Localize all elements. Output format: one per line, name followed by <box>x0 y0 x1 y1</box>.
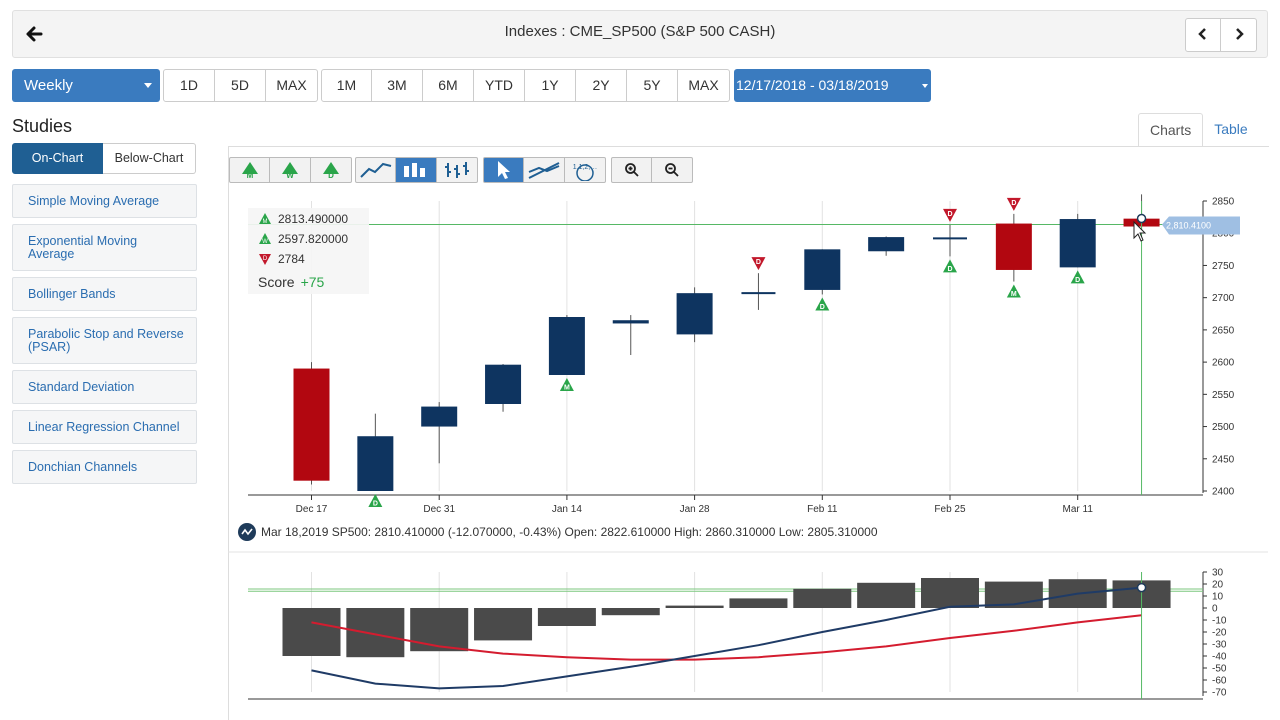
date-range-picker[interactable]: 12/17/2018 - 03/18/2019 <box>734 69 931 102</box>
monthly-signal-icon: M <box>241 162 258 179</box>
svg-text:M: M <box>263 219 268 225</box>
svg-text:W: W <box>262 239 268 245</box>
study-item[interactable]: Simple Moving Average <box>12 184 197 218</box>
score-value: +75 <box>300 274 325 290</box>
tab-table[interactable]: Table <box>1203 113 1258 147</box>
study-item[interactable]: Linear Regression Channel <box>12 410 197 444</box>
cursor-button[interactable] <box>483 157 524 183</box>
range-5d-button[interactable]: 5D <box>215 69 266 102</box>
studies-list: Simple Moving Average Exponential Moving… <box>12 184 197 490</box>
view-tabs: Charts Table <box>1138 113 1259 147</box>
study-item[interactable]: Parabolic Stop and Reverse (PSAR) <box>12 317 197 364</box>
weekly-signal-icon: W <box>282 162 298 179</box>
date-range-value: 12/17/2018 - 03/18/2019 <box>736 77 889 93</box>
fibonacci-icon: 1,1,2,… <box>573 164 598 181</box>
prev-symbol-button[interactable] <box>1185 18 1221 52</box>
daily-signal-button[interactable]: D <box>311 157 352 183</box>
chart-frame <box>228 146 1269 720</box>
signal-value: 2784 <box>278 252 305 266</box>
trend-line-icon <box>238 523 256 541</box>
svg-text:M: M <box>246 171 253 179</box>
range-5y-button[interactable]: 5Y <box>627 69 678 102</box>
zoom-out-button[interactable] <box>652 157 693 183</box>
weekly-signal-button[interactable]: W <box>270 157 311 183</box>
quick-range-group-b: 1M 3M 6M YTD 1Y 2Y 5Y MAX <box>321 69 730 102</box>
zoom-in-icon <box>624 163 639 177</box>
bar-chart-button[interactable] <box>396 157 437 183</box>
signal-value: 2597.820000 <box>278 232 349 246</box>
zoom-in-button[interactable] <box>611 157 652 183</box>
zoom-out-icon <box>665 163 679 177</box>
chevron-right-icon <box>1235 28 1244 40</box>
study-item[interactable]: Bollinger Bands <box>12 277 197 311</box>
range-ytd-button[interactable]: YTD <box>474 69 525 102</box>
tab-charts[interactable]: Charts <box>1138 113 1204 147</box>
period-select[interactable]: Weekly <box>12 69 160 102</box>
trendline-button[interactable] <box>524 157 565 183</box>
range-max-button[interactable]: MAX <box>266 69 318 102</box>
chevron-left-icon <box>1198 28 1206 40</box>
range-2y-button[interactable]: 2Y <box>576 69 627 102</box>
signal-up-icon: W <box>259 233 271 245</box>
studies-title: Studies <box>12 116 73 136</box>
svg-text:D: D <box>328 171 334 179</box>
bar-chart-icon <box>404 163 425 177</box>
study-item[interactable]: Donchian Channels <box>12 450 197 484</box>
range-max-long-button[interactable]: MAX <box>678 69 730 102</box>
signal-row: M 2813.490000 <box>258 212 348 226</box>
svg-text:D: D <box>263 256 268 262</box>
quick-range-group-a: 1D 5D MAX <box>163 69 318 102</box>
range-1y-button[interactable]: 1Y <box>525 69 576 102</box>
study-item[interactable]: Exponential Moving Average <box>12 224 197 271</box>
period-select-value: Weekly <box>24 77 73 94</box>
signal-summary-box: M 2813.490000 W 2597.820000 D 2784 Score… <box>248 208 369 294</box>
signal-value: 2813.490000 <box>278 212 349 226</box>
daily-signal-icon: D <box>323 162 339 179</box>
chart-type-toolbar <box>355 157 478 183</box>
signal-row: D 2784 <box>258 252 305 266</box>
score-label: Score <box>258 274 295 290</box>
cursor-icon <box>497 161 510 179</box>
ohlc-chart-icon <box>445 162 469 178</box>
signal-toolbar: M W D <box>229 157 352 183</box>
fibonacci-button[interactable]: 1,1,2,… <box>565 157 606 183</box>
range-1m-button[interactable]: 1M <box>321 69 372 102</box>
range-6m-button[interactable]: 6M <box>423 69 474 102</box>
caret-down-icon <box>144 83 152 88</box>
signal-row: W 2597.820000 <box>258 232 348 246</box>
score-row: Score +75 <box>258 274 324 290</box>
next-symbol-button[interactable] <box>1221 18 1257 52</box>
line-chart-icon <box>359 162 391 178</box>
price-readout: Mar 18,2019 SP500: 2810.410000 (-12.0700… <box>238 523 878 541</box>
caret-down-icon <box>922 84 928 88</box>
study-item[interactable]: Standard Deviation <box>12 370 197 404</box>
svg-text:W: W <box>286 171 294 179</box>
drawing-toolbar: 1,1,2,… <box>483 157 606 183</box>
tab-below-chart[interactable]: Below-Chart <box>103 143 196 174</box>
readout-text: Mar 18,2019 SP500: 2810.410000 (-12.0700… <box>261 525 878 539</box>
trendline-icon <box>528 162 560 179</box>
studies-tabs: On-Chart Below-Chart <box>12 143 196 174</box>
page-title: Indexes : CME_SP500 (S&P 500 CASH) <box>504 23 776 40</box>
signal-up-icon: M <box>259 213 271 225</box>
range-3m-button[interactable]: 3M <box>372 69 423 102</box>
line-chart-button[interactable] <box>355 157 396 183</box>
signal-down-icon: D <box>259 254 271 265</box>
range-1d-button[interactable]: 1D <box>163 69 215 102</box>
zoom-toolbar <box>611 157 693 183</box>
monthly-signal-button[interactable]: M <box>229 157 270 183</box>
ohlc-chart-button[interactable] <box>437 157 478 183</box>
svg-text:1,1,2,…: 1,1,2,… <box>573 164 598 171</box>
tab-on-chart[interactable]: On-Chart <box>12 143 103 174</box>
header-bar: Indexes : CME_SP500 (S&P 500 CASH) <box>12 10 1268 58</box>
